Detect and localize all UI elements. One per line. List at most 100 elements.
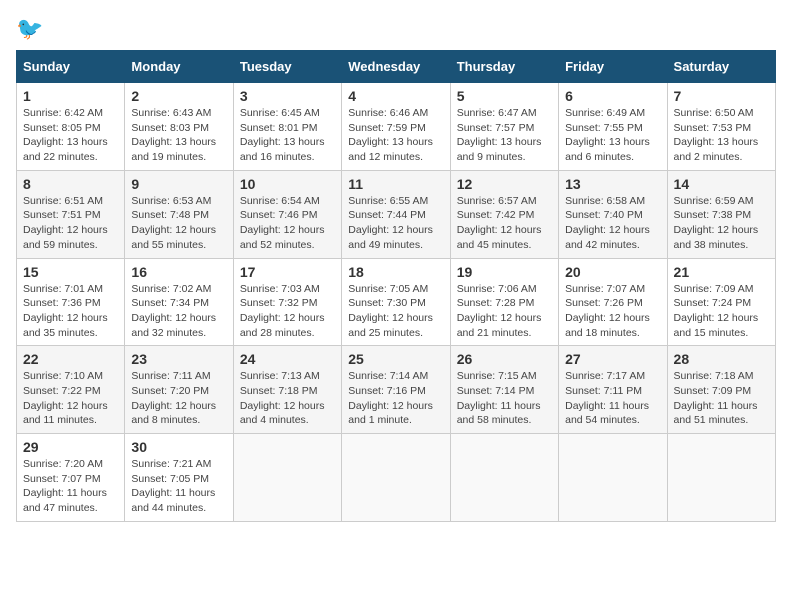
day-detail: Sunrise: 6:49 AM Sunset: 7:55 PM Dayligh… [565,106,660,165]
day-number: 7 [674,88,769,104]
calendar-week-row: 1Sunrise: 6:42 AM Sunset: 8:05 PM Daylig… [17,83,776,171]
table-row: 14 Sunrise: 6:59 AM Sunset: 7:38 PM Dayli… [667,170,775,258]
day-number: 6 [565,88,660,104]
day-detail: Sunrise: 6:58 AM Sunset: 7:40 PM Dayligh… [565,194,660,253]
calendar-week-row: 8 Sunrise: 6:51 AM Sunset: 7:51 PM Daylig… [17,170,776,258]
day-number: 25 [348,351,443,367]
day-detail: Sunrise: 6:54 AM Sunset: 7:46 PM Dayligh… [240,194,335,253]
table-row [559,434,667,522]
day-detail: Sunrise: 7:21 AM Sunset: 7:05 PM Dayligh… [131,457,226,516]
logo-bird-icon: 🐦 [16,16,43,41]
day-number: 5 [457,88,552,104]
table-row: 30 Sunrise: 7:21 AM Sunset: 7:05 PM Dayli… [125,434,233,522]
day-detail: Sunrise: 6:53 AM Sunset: 7:48 PM Dayligh… [131,194,226,253]
day-number: 18 [348,264,443,280]
col-wednesday: Wednesday [342,51,450,83]
col-thursday: Thursday [450,51,558,83]
day-number: 10 [240,176,335,192]
calendar-week-row: 29Sunrise: 7:20 AM Sunset: 7:07 PM Dayli… [17,434,776,522]
table-row: 25 Sunrise: 7:14 AM Sunset: 7:16 PM Dayli… [342,346,450,434]
col-sunday: Sunday [17,51,125,83]
day-detail: Sunrise: 7:03 AM Sunset: 7:32 PM Dayligh… [240,282,335,341]
day-number: 2 [131,88,226,104]
table-row: 12 Sunrise: 6:57 AM Sunset: 7:42 PM Dayli… [450,170,558,258]
table-row: 2 Sunrise: 6:43 AM Sunset: 8:03 PM Daylig… [125,83,233,171]
day-number: 8 [23,176,118,192]
table-row: 15Sunrise: 7:01 AM Sunset: 7:36 PM Dayli… [17,258,125,346]
table-row: 13 Sunrise: 6:58 AM Sunset: 7:40 PM Dayli… [559,170,667,258]
table-row: 18Sunrise: 7:05 AM Sunset: 7:30 PM Dayli… [342,258,450,346]
table-row: 16 Sunrise: 7:02 AM Sunset: 7:34 PM Dayli… [125,258,233,346]
calendar-week-row: 15Sunrise: 7:01 AM Sunset: 7:36 PM Dayli… [17,258,776,346]
day-number: 12 [457,176,552,192]
day-detail: Sunrise: 7:14 AM Sunset: 7:16 PM Dayligh… [348,369,443,428]
day-detail: Sunrise: 7:11 AM Sunset: 7:20 PM Dayligh… [131,369,226,428]
day-number: 11 [348,176,443,192]
day-detail: Sunrise: 7:18 AM Sunset: 7:09 PM Dayligh… [674,369,769,428]
day-detail: Sunrise: 7:06 AM Sunset: 7:28 PM Dayligh… [457,282,552,341]
calendar-header-row: Sunday Monday Tuesday Wednesday Thursday… [17,51,776,83]
day-number: 27 [565,351,660,367]
table-row: 20 Sunrise: 7:07 AM Sunset: 7:26 PM Dayli… [559,258,667,346]
table-row: 9Sunrise: 6:53 AM Sunset: 7:48 PM Daylig… [125,170,233,258]
day-detail: Sunrise: 7:10 AM Sunset: 7:22 PM Dayligh… [23,369,118,428]
header: 🐦 [16,16,776,42]
day-detail: Sunrise: 7:13 AM Sunset: 7:18 PM Dayligh… [240,369,335,428]
day-number: 28 [674,351,769,367]
table-row: 8 Sunrise: 6:51 AM Sunset: 7:51 PM Daylig… [17,170,125,258]
table-row: 4 Sunrise: 6:46 AM Sunset: 7:59 PM Daylig… [342,83,450,171]
table-row: 17 Sunrise: 7:03 AM Sunset: 7:32 PM Dayli… [233,258,341,346]
day-number: 13 [565,176,660,192]
table-row [342,434,450,522]
logo: 🐦 [16,16,43,42]
day-detail: Sunrise: 7:07 AM Sunset: 7:26 PM Dayligh… [565,282,660,341]
day-detail: Sunrise: 7:01 AM Sunset: 7:36 PM Dayligh… [23,282,118,341]
table-row [233,434,341,522]
table-row [450,434,558,522]
day-detail: Sunrise: 6:46 AM Sunset: 7:59 PM Dayligh… [348,106,443,165]
table-row: 19 Sunrise: 7:06 AM Sunset: 7:28 PM Dayli… [450,258,558,346]
table-row: 6 Sunrise: 6:49 AM Sunset: 7:55 PM Daylig… [559,83,667,171]
table-row: 28 Sunrise: 7:18 AM Sunset: 7:09 PM Dayli… [667,346,775,434]
table-row: 3Sunrise: 6:45 AM Sunset: 8:01 PM Daylig… [233,83,341,171]
day-detail: Sunrise: 6:45 AM Sunset: 8:01 PM Dayligh… [240,106,335,165]
calendar-table: Sunday Monday Tuesday Wednesday Thursday… [16,50,776,522]
day-number: 20 [565,264,660,280]
day-detail: Sunrise: 6:51 AM Sunset: 7:51 PM Dayligh… [23,194,118,253]
day-number: 17 [240,264,335,280]
day-detail: Sunrise: 6:50 AM Sunset: 7:53 PM Dayligh… [674,106,769,165]
day-number: 26 [457,351,552,367]
day-detail: Sunrise: 7:17 AM Sunset: 7:11 PM Dayligh… [565,369,660,428]
col-friday: Friday [559,51,667,83]
day-detail: Sunrise: 6:59 AM Sunset: 7:38 PM Dayligh… [674,194,769,253]
day-detail: Sunrise: 6:57 AM Sunset: 7:42 PM Dayligh… [457,194,552,253]
day-detail: Sunrise: 6:43 AM Sunset: 8:03 PM Dayligh… [131,106,226,165]
table-row [667,434,775,522]
day-number: 21 [674,264,769,280]
col-monday: Monday [125,51,233,83]
day-detail: Sunrise: 6:47 AM Sunset: 7:57 PM Dayligh… [457,106,552,165]
table-row: 27 Sunrise: 7:17 AM Sunset: 7:11 PM Dayli… [559,346,667,434]
table-row: 26Sunrise: 7:15 AM Sunset: 7:14 PM Dayli… [450,346,558,434]
day-number: 30 [131,439,226,455]
table-row: 5 Sunrise: 6:47 AM Sunset: 7:57 PM Daylig… [450,83,558,171]
day-number: 19 [457,264,552,280]
day-number: 23 [131,351,226,367]
day-detail: Sunrise: 7:02 AM Sunset: 7:34 PM Dayligh… [131,282,226,341]
col-tuesday: Tuesday [233,51,341,83]
day-number: 16 [131,264,226,280]
table-row: 7 Sunrise: 6:50 AM Sunset: 7:53 PM Daylig… [667,83,775,171]
table-row: 11 Sunrise: 6:55 AM Sunset: 7:44 PM Dayli… [342,170,450,258]
day-number: 24 [240,351,335,367]
day-detail: Sunrise: 6:42 AM Sunset: 8:05 PM Dayligh… [23,106,118,165]
day-number: 4 [348,88,443,104]
day-number: 22 [23,351,118,367]
day-number: 14 [674,176,769,192]
table-row: 23 Sunrise: 7:11 AM Sunset: 7:20 PM Dayli… [125,346,233,434]
table-row: 29Sunrise: 7:20 AM Sunset: 7:07 PM Dayli… [17,434,125,522]
col-saturday: Saturday [667,51,775,83]
calendar-week-row: 22 Sunrise: 7:10 AM Sunset: 7:22 PM Dayli… [17,346,776,434]
table-row: 21Sunrise: 7:09 AM Sunset: 7:24 PM Dayli… [667,258,775,346]
table-row: 22 Sunrise: 7:10 AM Sunset: 7:22 PM Dayli… [17,346,125,434]
day-detail: Sunrise: 6:55 AM Sunset: 7:44 PM Dayligh… [348,194,443,253]
